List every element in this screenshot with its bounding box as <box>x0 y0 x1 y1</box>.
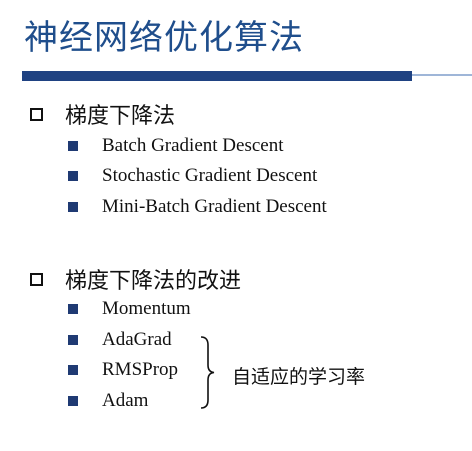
checkbox-bullet-icon <box>30 272 43 286</box>
adaptive-learning-rate-note: 自适应的学习率 <box>232 366 366 388</box>
list-item: Batch Gradient Descent <box>68 135 283 157</box>
square-bullet-icon <box>68 335 78 345</box>
title-underline-thin <box>412 74 472 76</box>
list-item: Momentum <box>68 298 191 320</box>
list-item-text: Batch Gradient Descent <box>102 135 284 156</box>
square-bullet-icon <box>68 304 78 314</box>
list-item-text: AdaGrad <box>102 329 172 350</box>
square-bullet-icon <box>68 171 78 181</box>
list-item: AdaGrad <box>68 329 172 351</box>
section-heading-improvements: 梯度下降法的改进 <box>30 263 241 295</box>
list-item: Adam <box>68 390 148 412</box>
square-bullet-icon <box>68 365 78 375</box>
section-heading-gradient-descent: 梯度下降法 <box>30 98 175 130</box>
checkbox-bullet-icon <box>30 107 43 121</box>
square-bullet-icon <box>68 202 78 212</box>
list-item: RMSProp <box>68 359 178 381</box>
list-item: Mini-Batch Gradient Descent <box>68 196 327 218</box>
title-underline <box>22 71 412 81</box>
list-item: Stochastic Gradient Descent <box>68 165 317 187</box>
section-heading-text: 梯度下降法的改进 <box>65 269 242 294</box>
square-bullet-icon <box>68 141 78 151</box>
list-item-text: Momentum <box>102 298 191 319</box>
curly-brace-icon <box>200 336 215 409</box>
list-item-text: Stochastic Gradient Descent <box>102 165 318 186</box>
square-bullet-icon <box>68 396 78 406</box>
slide-title: 神经网络优化算法 <box>24 18 304 58</box>
section-heading-text: 梯度下降法 <box>65 104 176 129</box>
list-item-text: Adam <box>102 390 149 411</box>
list-item-text: Mini-Batch Gradient Descent <box>102 196 327 217</box>
list-item-text: RMSProp <box>102 359 179 380</box>
